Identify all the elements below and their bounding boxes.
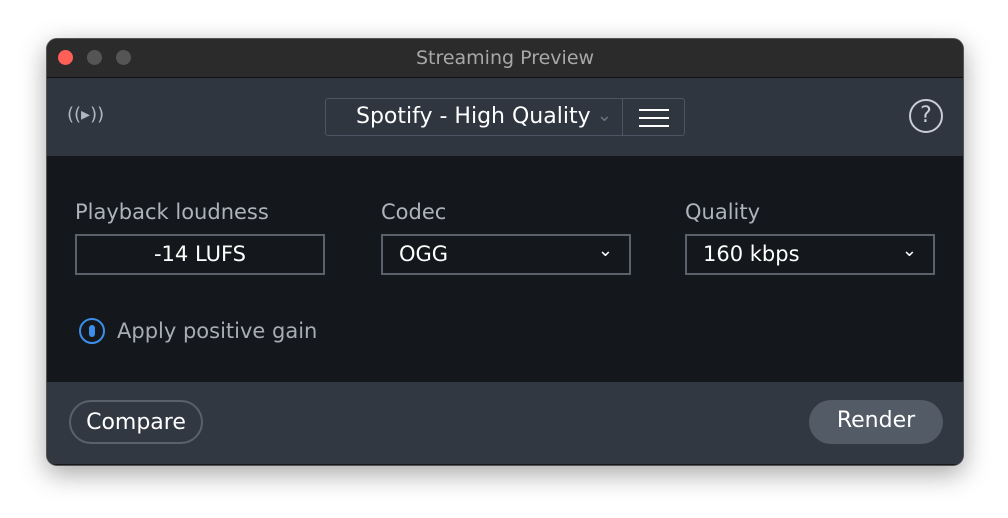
- quality-value: 160 kbps: [703, 242, 800, 266]
- codec-label: Codec: [381, 200, 447, 224]
- quality-dropdown[interactable]: 160 kbps ⌄: [685, 234, 935, 275]
- chevron-down-icon: ⌄: [597, 240, 613, 261]
- title-bar: Streaming Preview: [47, 39, 963, 78]
- window-title: Streaming Preview: [415, 47, 595, 69]
- settings-panel: Playback loudness -14 LUFS Codec OGG ⌄ Qu…: [47, 156, 963, 382]
- apply-gain-toggle[interactable]: Apply positive gain: [79, 318, 317, 344]
- help-icon[interactable]: ?: [909, 99, 943, 133]
- chevron-down-icon: ⌄: [596, 105, 612, 126]
- render-button[interactable]: Render: [809, 400, 943, 444]
- loudness-label: Playback loudness: [75, 200, 269, 224]
- chevron-down-icon: ⌄: [901, 240, 917, 261]
- quality-label: Quality: [685, 200, 761, 224]
- apply-gain-label: Apply positive gain: [117, 319, 318, 343]
- codec-value: OGG: [399, 242, 449, 266]
- preset-menu-button[interactable]: [623, 98, 685, 136]
- codec-dropdown[interactable]: OGG ⌄: [381, 234, 631, 275]
- toolbar: ((▸)) Spotify - High Quality ⌄ ?: [47, 78, 963, 156]
- loudness-input[interactable]: -14 LUFS: [75, 234, 325, 275]
- broadcast-icon[interactable]: ((▸)): [67, 104, 104, 125]
- compare-button[interactable]: Compare: [69, 400, 203, 444]
- footer: Compare Render: [47, 382, 963, 464]
- preset-dropdown[interactable]: Spotify - High Quality ⌄: [325, 98, 623, 136]
- preset-label: Spotify - High Quality: [356, 104, 591, 129]
- streaming-preview-window: Streaming Preview ((▸)) Spotify - High Q…: [46, 38, 964, 466]
- toggle-icon[interactable]: [79, 318, 105, 344]
